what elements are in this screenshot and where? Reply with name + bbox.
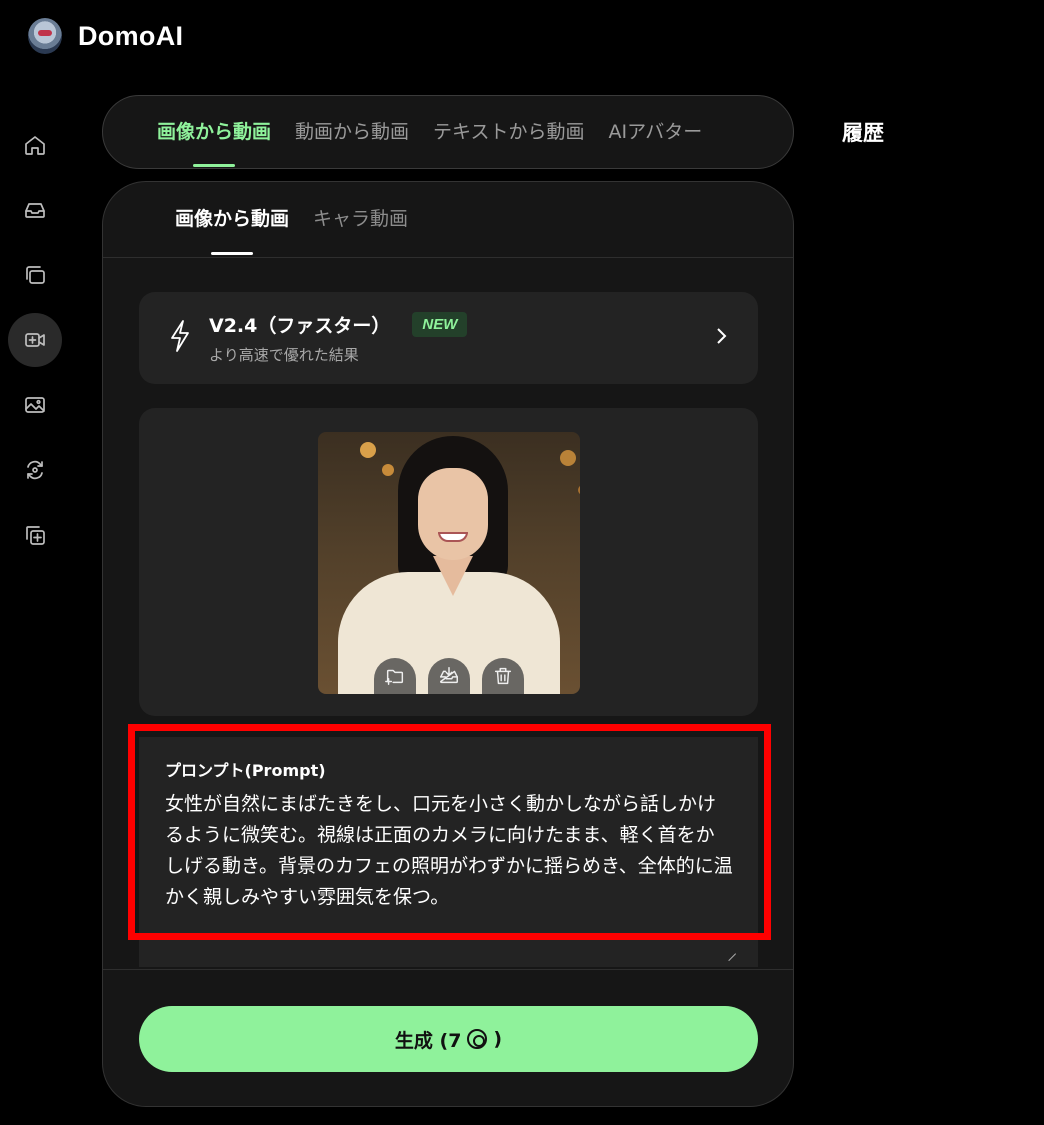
model-description: より高速で優れた結果 bbox=[209, 346, 359, 364]
subtab-image-to-video[interactable]: 画像から動画 bbox=[175, 182, 289, 257]
sidebar bbox=[8, 118, 62, 573]
image-toolbar bbox=[374, 658, 524, 694]
model-title: V2.4（ファスター） bbox=[209, 315, 391, 337]
home-icon bbox=[25, 136, 45, 155]
sidebar-item-refresh[interactable] bbox=[8, 443, 62, 497]
sidebar-item-image-to-video[interactable] bbox=[8, 313, 62, 367]
credit-coin-icon bbox=[467, 1029, 488, 1049]
prompt-field[interactable]: プロンプト(Prompt) 女性が自然にまばたきをし、口元を小さく動かしながら話… bbox=[139, 737, 758, 967]
layers-icon bbox=[26, 266, 45, 284]
sidebar-item-image[interactable] bbox=[8, 378, 62, 432]
mode-tabs: 画像から動画 動画から動画 テキストから動画 AIアバター bbox=[102, 95, 794, 169]
sidebar-item-home[interactable] bbox=[8, 118, 62, 172]
tab-video-to-video[interactable]: 動画から動画 bbox=[295, 95, 409, 169]
new-badge: NEW bbox=[412, 312, 468, 337]
subtab-character-video[interactable]: キャラ動画 bbox=[313, 182, 408, 257]
video-plus-icon bbox=[25, 333, 45, 347]
replace-image-button[interactable] bbox=[374, 658, 416, 694]
image-upload-area[interactable] bbox=[139, 408, 758, 716]
image-icon bbox=[25, 397, 45, 413]
prompt-input[interactable]: 女性が自然にまばたきをし、口元を小さく動かしながら話しかけるように微笑む。視線は… bbox=[165, 789, 733, 913]
divider bbox=[103, 969, 793, 970]
inbox-icon bbox=[25, 203, 45, 218]
sub-tabs: 画像から動画 キャラ動画 bbox=[103, 182, 793, 258]
tab-image-to-video[interactable]: 画像から動画 bbox=[157, 95, 271, 169]
model-selector[interactable]: V2.4（ファスター） NEW より高速で優れた結果 bbox=[139, 292, 758, 384]
delete-image-button[interactable] bbox=[482, 658, 524, 694]
refresh-face-icon bbox=[27, 460, 43, 480]
inbox-download-icon bbox=[440, 667, 458, 684]
robot-avatar-icon bbox=[28, 18, 62, 54]
uploaded-image bbox=[318, 432, 580, 694]
history-link[interactable]: 履歴 bbox=[842, 117, 884, 147]
generation-panel: 画像から動画 キャラ動画 V2.4（ファスター） NEW より高速で優れた結果 bbox=[102, 181, 794, 1107]
tab-text-to-video[interactable]: テキストから動画 bbox=[433, 95, 584, 169]
resize-handle-icon[interactable] bbox=[721, 946, 737, 962]
generate-label: 生成 (7 bbox=[394, 1029, 462, 1052]
generate-button[interactable]: 生成 (7) bbox=[139, 1006, 758, 1072]
folder-add-icon bbox=[385, 669, 404, 685]
brand[interactable]: DomoAI bbox=[28, 18, 183, 54]
lightning-icon bbox=[169, 319, 191, 357]
trash-icon bbox=[494, 667, 512, 685]
sidebar-item-layers[interactable] bbox=[8, 248, 62, 302]
save-image-button[interactable] bbox=[428, 658, 470, 694]
chevron-right-icon bbox=[714, 326, 728, 350]
prompt-label: プロンプト(Prompt) bbox=[165, 761, 326, 780]
add-copy-icon bbox=[26, 526, 45, 545]
sidebar-item-inbox[interactable] bbox=[8, 183, 62, 237]
brand-name: DomoAI bbox=[78, 20, 184, 51]
sidebar-item-add[interactable] bbox=[8, 508, 62, 562]
generate-label-suffix: ) bbox=[493, 1028, 503, 1050]
tab-ai-avatar[interactable]: AIアバター bbox=[608, 95, 702, 169]
